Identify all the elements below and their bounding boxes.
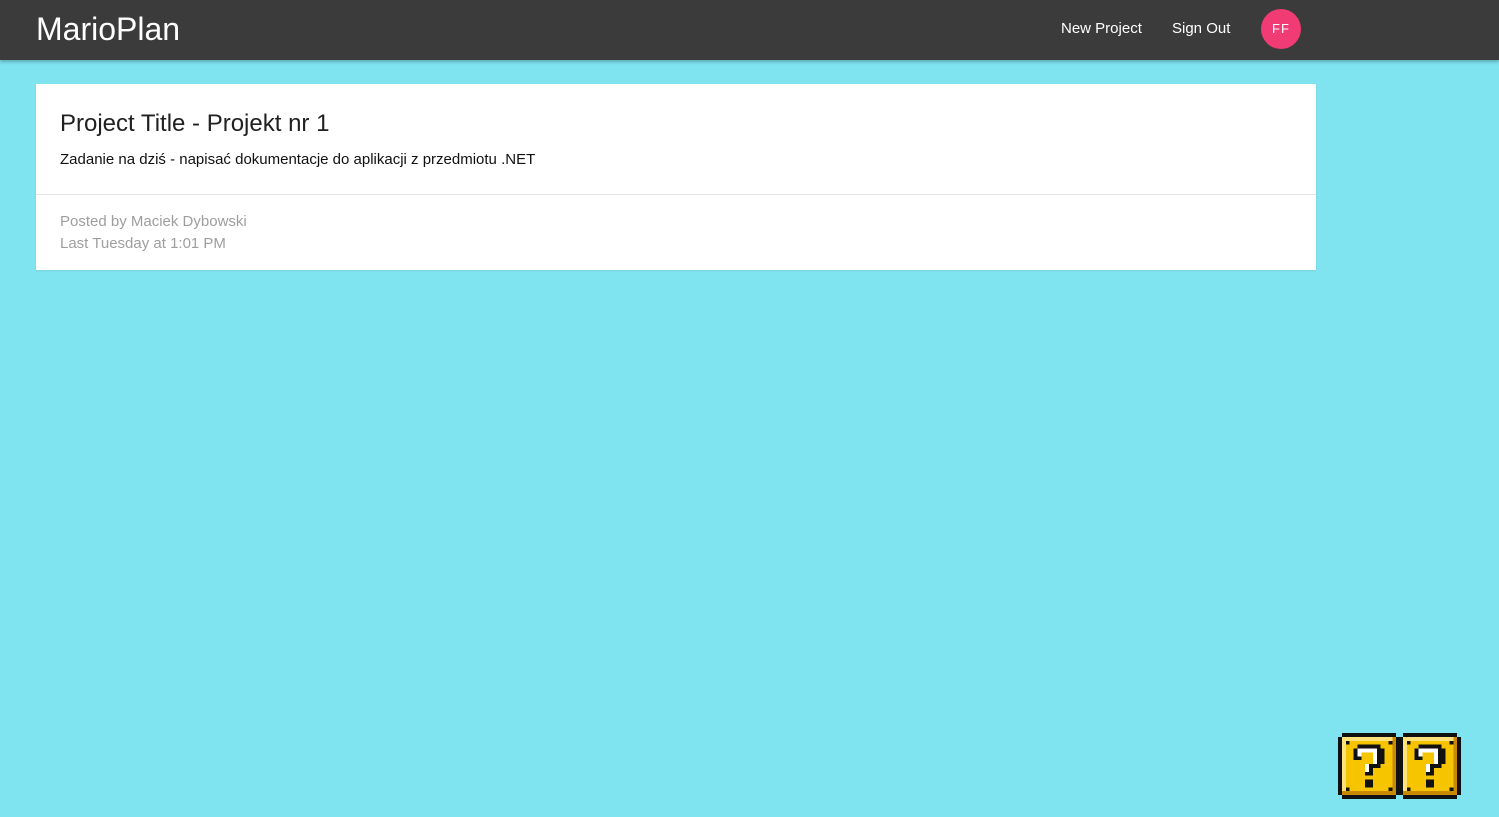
new-project-link[interactable]: New Project <box>1061 20 1142 38</box>
project-title: Project Title - Projekt nr 1 <box>60 110 330 137</box>
question-block-icon <box>1399 733 1461 799</box>
brand-logo-link[interactable]: MarioPlan <box>36 10 180 48</box>
navbar: MarioPlan New Project Sign Out FF <box>0 0 1499 60</box>
project-card: Project Title - Projekt nr 1 Zadanie na … <box>36 84 1316 270</box>
project-date: Last Tuesday at 1:01 PM <box>60 235 226 252</box>
card-divider <box>36 194 1316 195</box>
project-content: Zadanie na dziś - napisać dokumentacje d… <box>60 151 536 168</box>
project-author: Posted by Maciek Dybowski <box>60 213 247 230</box>
user-avatar[interactable]: FF <box>1261 9 1301 49</box>
question-block-icon <box>1338 733 1400 799</box>
question-blocks <box>1338 732 1462 800</box>
sign-out-link[interactable]: Sign Out <box>1172 20 1230 38</box>
